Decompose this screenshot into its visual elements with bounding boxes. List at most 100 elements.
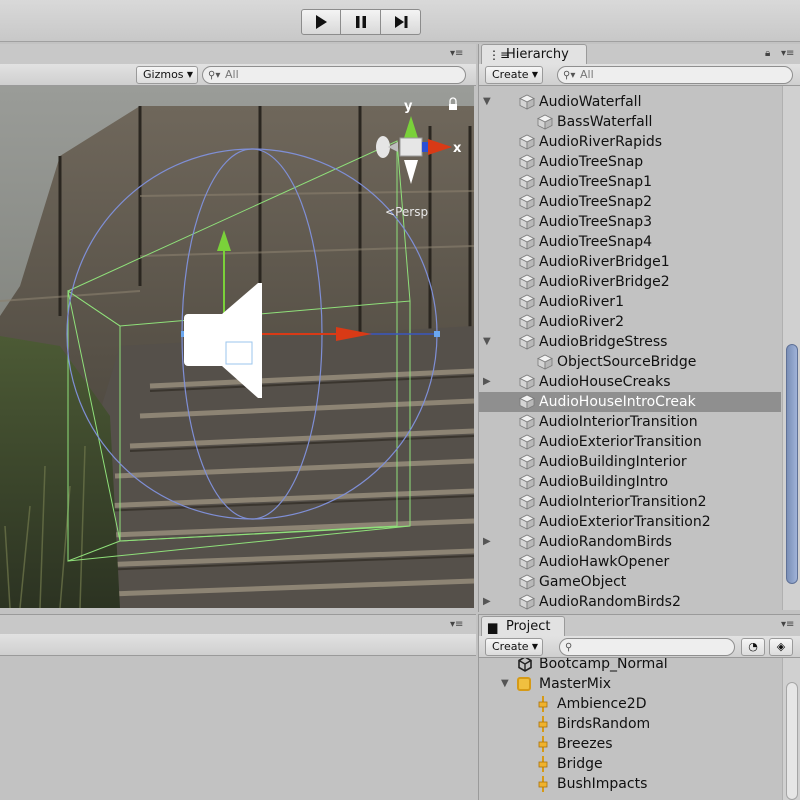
hierarchy-tab-label: Hierarchy — [506, 47, 569, 62]
unity-icon — [517, 658, 533, 672]
panel-menu-icon[interactable]: ▾≡ — [781, 48, 794, 59]
hierarchy-item[interactable]: ▶ AudioHouseCreaks — [479, 372, 781, 392]
gizmo-center-cube[interactable] — [399, 137, 423, 157]
project-item[interactable]: Bridge — [479, 754, 781, 774]
bottom-left-toolbar — [0, 634, 476, 656]
hierarchy-tree: ▼ AudioWaterfall BassWaterfall AudioRiverRa… — [478, 86, 800, 612]
hierarchy-item[interactable]: BassWaterfall — [479, 112, 781, 132]
tab-project[interactable]: ▆ Project — [481, 616, 565, 636]
search-by-label-button[interactable]: ◈ — [769, 638, 793, 656]
search-icon: ⚲ — [565, 642, 573, 653]
hierarchy-item[interactable]: AudioRiver1 — [479, 292, 781, 312]
pause-button[interactable] — [341, 9, 381, 35]
play-button[interactable] — [301, 9, 341, 35]
hierarchy-item[interactable]: GameObject — [479, 572, 781, 592]
hierarchy-item[interactable]: ▼ AudioWaterfall — [479, 92, 781, 112]
hierarchy-item[interactable]: AudioExteriorTransition — [479, 432, 781, 452]
hierarchy-item[interactable]: AudioExteriorTransition2 — [479, 512, 781, 532]
project-create-dropdown[interactable]: Create ▼ — [485, 638, 543, 656]
hierarchy-item-label: AudioRiverBridge1 — [539, 254, 670, 270]
collapsed-arrow-icon[interactable]: ▶ — [483, 372, 495, 392]
hierarchy-item[interactable]: AudioTreeSnap3 — [479, 212, 781, 232]
scene-viewport[interactable]: y x <Persp — [0, 86, 474, 608]
gizmos-dropdown[interactable]: Gizmos ▼ — [136, 66, 198, 84]
hierarchy-item[interactable]: ▼ AudioBridgeStress — [479, 332, 781, 352]
project-scrollbar[interactable] — [782, 658, 800, 800]
hierarchy-create-dropdown[interactable]: Create ▼ — [485, 66, 543, 84]
hierarchy-item[interactable]: ▶ AudioRandomBirds2 — [479, 592, 781, 612]
unity-editor-window: ▾≡ Gizmos ▼ ⚲▾ All y x <Persp ⋮≡ Hierarc… — [0, 0, 800, 800]
scene-search-placeholder: All — [225, 68, 239, 81]
project-tab-bar: ▆ Project ▾≡ — [478, 614, 800, 636]
hierarchy-item[interactable]: AudioRiverRapids — [479, 132, 781, 152]
panel-lock-icon[interactable]: 🔒︎ — [765, 48, 770, 59]
collapsed-arrow-icon[interactable]: ▶ — [483, 592, 495, 612]
hierarchy-search-input[interactable]: ⚲▾ All — [557, 66, 793, 84]
mixer-group-icon — [537, 756, 549, 772]
filter-type-icon: ◔ — [748, 640, 758, 653]
hierarchy-scrollbar[interactable] — [782, 86, 800, 610]
hierarchy-item-label: AudioBuildingInterior — [539, 454, 687, 470]
hierarchy-item[interactable]: AudioInteriorTransition2 — [479, 492, 781, 512]
panel-menu-icon[interactable]: ▾≡ — [781, 619, 794, 630]
expanded-arrow-icon[interactable]: ▼ — [501, 674, 513, 694]
gameobject-icon — [519, 214, 535, 230]
project-item[interactable]: Bootcamp_Normal — [479, 658, 781, 674]
hierarchy-item-label: AudioInteriorTransition — [539, 414, 698, 430]
scale-handle-right[interactable] — [434, 331, 440, 337]
project-scrollbar-thumb[interactable] — [786, 682, 798, 800]
project-item[interactable]: Ambience2D — [479, 694, 781, 714]
project-item[interactable]: BirdsRandom — [479, 714, 781, 734]
gizmo-neg-x-cone[interactable] — [376, 136, 390, 158]
panel-menu-icon[interactable]: ▾≡ — [450, 48, 463, 59]
search-by-type-button[interactable]: ◔ — [741, 638, 765, 656]
hierarchy-item[interactable]: AudioBuildingIntro — [479, 472, 781, 492]
gameobject-icon — [519, 594, 535, 610]
expanded-arrow-icon[interactable]: ▼ — [483, 332, 495, 352]
tab-hierarchy[interactable]: ⋮≡ Hierarchy — [481, 44, 587, 64]
gameobject-icon — [519, 154, 535, 170]
hierarchy-item[interactable]: AudioHouseIntroCreak — [479, 392, 781, 412]
pause-icon — [355, 16, 366, 28]
hierarchy-search-placeholder: All — [580, 68, 594, 81]
gameobject-icon — [537, 114, 553, 130]
scene-search-input[interactable]: ⚲▾ All — [202, 66, 466, 84]
persp-label[interactable]: <Persp — [385, 205, 428, 219]
project-item[interactable]: ▼ MasterMix — [479, 674, 781, 694]
collapsed-arrow-icon[interactable]: ▶ — [483, 532, 495, 552]
gameobject-icon — [519, 454, 535, 470]
hierarchy-item[interactable]: ▶ AudioRandomBirds — [479, 532, 781, 552]
chevron-down-icon: ▼ — [531, 70, 538, 79]
hierarchy-item[interactable]: AudioRiverBridge1 — [479, 252, 781, 272]
hierarchy-item-label: AudioBridgeStress — [539, 334, 668, 350]
hierarchy-item[interactable]: AudioRiverBridge2 — [479, 272, 781, 292]
mixer-group-icon — [537, 696, 549, 712]
hierarchy-item[interactable]: AudioRiver2 — [479, 312, 781, 332]
hierarchy-item-label: AudioHawkOpener — [539, 554, 670, 570]
hierarchy-scrollbar-thumb[interactable] — [786, 344, 798, 584]
hierarchy-item[interactable]: AudioInteriorTransition — [479, 412, 781, 432]
hierarchy-item-label: AudioExteriorTransition2 — [539, 514, 711, 530]
hierarchy-item[interactable]: ObjectSourceBridge — [479, 352, 781, 372]
project-search-input[interactable]: ⚲ — [559, 638, 735, 656]
hierarchy-item[interactable]: AudioHawkOpener — [479, 552, 781, 572]
hierarchy-item[interactable]: AudioTreeSnap2 — [479, 192, 781, 212]
hierarchy-item[interactable]: AudioTreeSnap1 — [479, 172, 781, 192]
gameobject-icon — [519, 294, 535, 310]
expanded-arrow-icon[interactable]: ▼ — [483, 92, 495, 112]
project-item[interactable]: BushImpacts — [479, 774, 781, 794]
project-item[interactable]: Breezes — [479, 734, 781, 754]
gameobject-icon — [519, 534, 535, 550]
step-button[interactable] — [381, 9, 421, 35]
chevron-down-icon: ▼ — [531, 642, 538, 651]
hierarchy-item-label: BassWaterfall — [557, 114, 653, 130]
hierarchy-item[interactable]: AudioBuildingInterior — [479, 452, 781, 472]
hierarchy-item[interactable]: AudioTreeSnap — [479, 152, 781, 172]
gameobject-icon — [519, 554, 535, 570]
project-toolbar: Create ▼ ⚲ ◔ ◈ — [478, 636, 800, 658]
panel-menu-icon[interactable]: ▾≡ — [450, 619, 463, 630]
hierarchy-item[interactable]: AudioTreeSnap4 — [479, 232, 781, 252]
play-icon — [316, 15, 327, 29]
hierarchy-item-label: AudioRiverBridge2 — [539, 274, 670, 290]
hierarchy-item-label: AudioRiver2 — [539, 314, 624, 330]
